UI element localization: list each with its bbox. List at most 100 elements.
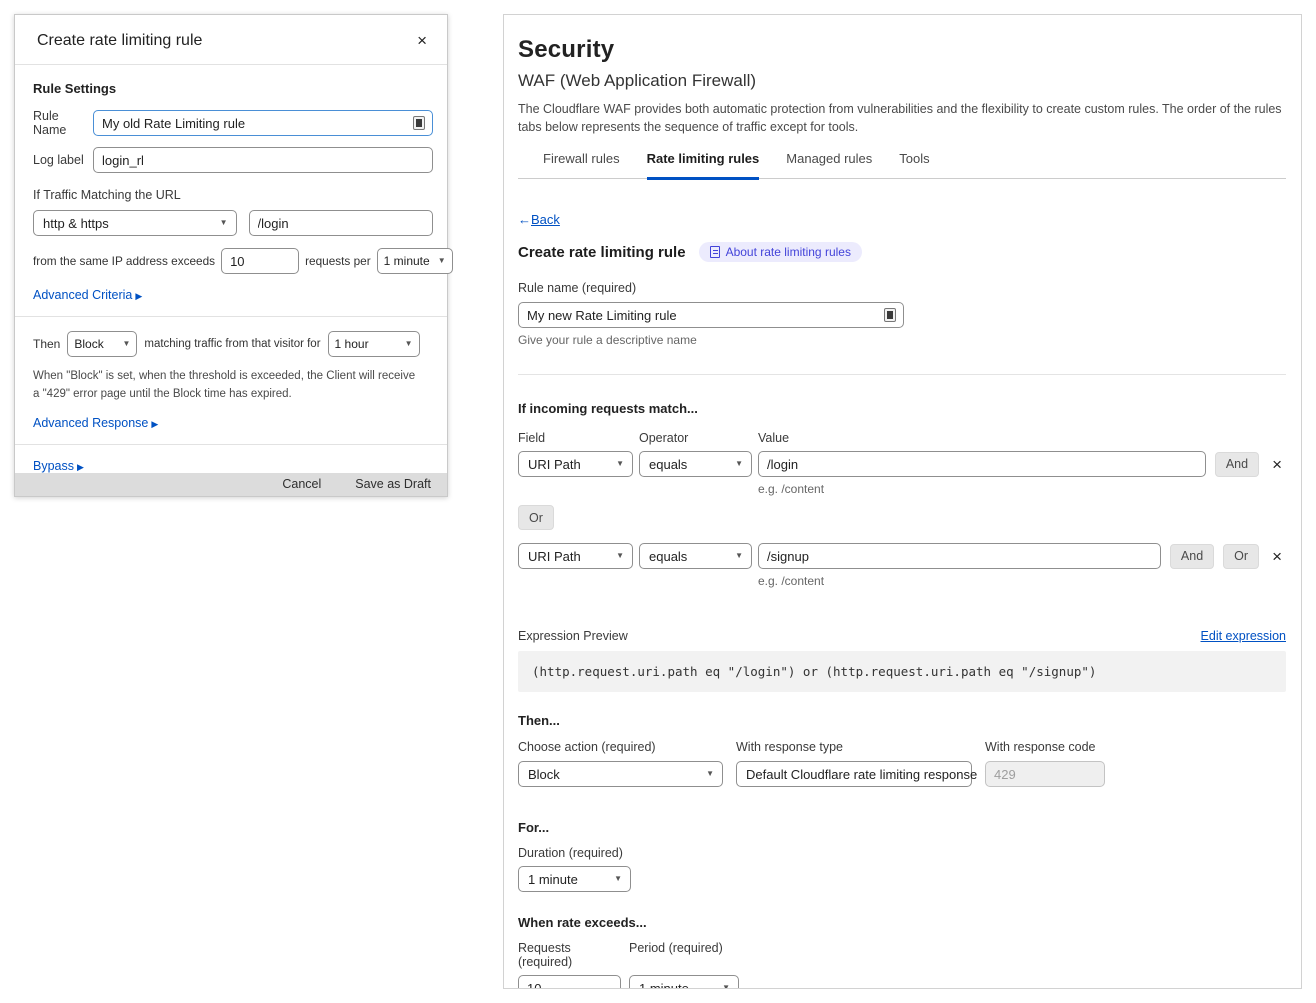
tab-firewall-rules[interactable]: Firewall rules — [543, 151, 620, 178]
back-link[interactable]: ←Back — [518, 212, 560, 227]
triangle-right-icon: ▶ — [151, 419, 158, 429]
threshold-middle: requests per — [305, 254, 371, 268]
duration-select[interactable]: 1 minute ▼ — [518, 866, 631, 892]
log-label-row: Log label — [33, 147, 433, 173]
operator-select[interactable]: equals ▼ — [639, 543, 752, 569]
security-waf-panel: Security WAF (Web Application Firewall) … — [503, 14, 1302, 989]
about-rate-limiting-rules-badge[interactable]: About rate limiting rules — [699, 242, 862, 262]
response-code-input — [985, 761, 1105, 787]
choose-action-label: Choose action (required) — [518, 740, 723, 754]
chevron-down-icon: ▼ — [706, 770, 714, 778]
rule-name-row: Rule Name — [33, 109, 433, 137]
remove-condition-icon[interactable]: × — [1268, 546, 1286, 567]
operator-column-label: Operator — [639, 431, 752, 445]
condition-row: URI Path ▼ equals ▼ e.g. /content And × — [518, 451, 1286, 496]
bypass-link[interactable]: Bypass▶ — [33, 459, 84, 473]
scheme-select[interactable]: http & https ▼ — [33, 210, 237, 236]
action-select[interactable]: Block ▼ — [518, 761, 723, 787]
save-as-draft-button[interactable]: Save as Draft — [355, 477, 431, 491]
requests-input[interactable] — [221, 248, 299, 274]
period-select[interactable]: 1 minute ▼ — [377, 248, 453, 274]
chevron-down-icon: ▼ — [122, 340, 130, 348]
dialog-body: Rule Settings Rule Name Log label If Tra… — [15, 65, 447, 473]
create-rate-limiting-rule-dialog: Create rate limiting rule × Rule Setting… — [14, 14, 448, 497]
and-button[interactable]: And — [1215, 452, 1259, 477]
log-label-label: Log label — [33, 153, 93, 167]
then-middle: matching traffic from that visitor for — [144, 338, 320, 350]
rate-section-title: When rate exceeds... — [518, 915, 1286, 930]
value-helper: e.g. /content — [758, 482, 1206, 496]
remove-condition-icon[interactable]: × — [1268, 454, 1286, 475]
page-title: Security — [518, 36, 1286, 64]
waf-tabs: Firewall rules Rate limiting rules Manag… — [518, 151, 1286, 179]
chevron-down-icon: ▼ — [220, 219, 228, 227]
then-label: Then — [33, 337, 60, 351]
url-input[interactable] — [249, 210, 434, 236]
rule-name-label: Rule name (required) — [518, 281, 1286, 295]
advanced-criteria-link[interactable]: Advanced Criteria▶ — [33, 288, 142, 302]
triangle-right-icon: ▶ — [77, 462, 84, 472]
expression-code: (http.request.uri.path eq "/login") or (… — [518, 651, 1286, 692]
requests-label: Requests (required) — [518, 941, 621, 969]
value-input[interactable] — [758, 451, 1206, 477]
page-subtitle: WAF (Web Application Firewall) — [518, 71, 1286, 91]
field-select[interactable]: URI Path ▼ — [518, 451, 633, 477]
dialog-footer: Cancel Save as Draft — [15, 473, 447, 496]
rule-name-input[interactable] — [93, 110, 433, 136]
value-input[interactable] — [758, 543, 1161, 569]
value-helper: e.g. /content — [758, 574, 1161, 588]
operator-select[interactable]: equals ▼ — [639, 451, 752, 477]
response-type-label: With response type — [736, 740, 972, 754]
tab-rate-limiting-rules[interactable]: Rate limiting rules — [647, 151, 760, 180]
password-manager-icon[interactable] — [413, 116, 425, 130]
or-button[interactable]: Or — [1223, 544, 1259, 569]
doc-icon — [710, 246, 720, 258]
requests-input[interactable] — [518, 975, 621, 989]
create-rule-heading: Create rate limiting rule — [518, 244, 686, 261]
chevron-down-icon: ▼ — [614, 875, 622, 883]
rule-name-input[interactable] — [518, 302, 904, 328]
duration-select[interactable]: 1 hour ▼ — [328, 331, 420, 357]
rule-name-helper: Give your rule a descriptive name — [518, 333, 1286, 347]
advanced-response-link[interactable]: Advanced Response▶ — [33, 416, 158, 430]
rule-settings-heading: Rule Settings — [33, 81, 433, 96]
close-icon[interactable]: × — [413, 30, 431, 51]
edit-expression-link[interactable]: Edit expression — [1201, 629, 1286, 643]
then-section-title: Then... — [518, 713, 1286, 728]
response-type-select[interactable]: Default Cloudflare rate limiting respons… — [736, 761, 972, 787]
password-manager-icon[interactable] — [884, 308, 896, 322]
tab-tools[interactable]: Tools — [899, 151, 929, 178]
duration-label: Duration (required) — [518, 846, 1286, 860]
period-select[interactable]: 1 minute ▼ — [629, 975, 739, 989]
period-label: Period (required) — [629, 941, 723, 969]
tab-managed-rules[interactable]: Managed rules — [786, 151, 872, 178]
block-note: When "Block" is set, when the threshold … — [33, 368, 417, 404]
rule-name-label: Rule Name — [33, 109, 93, 137]
dialog-header: Create rate limiting rule × — [15, 15, 447, 65]
divider — [518, 374, 1286, 375]
for-section-title: For... — [518, 820, 1286, 835]
chevron-down-icon: ▼ — [735, 460, 743, 468]
response-code-label: With response code — [985, 740, 1105, 754]
chevron-down-icon: ▼ — [405, 340, 413, 348]
field-column-label: Field — [518, 431, 633, 445]
page-description: The Cloudflare WAF provides both automat… — [518, 100, 1286, 136]
divider — [15, 316, 447, 317]
action-select[interactable]: Block ▼ — [67, 331, 137, 357]
condition-row: URI Path ▼ equals ▼ e.g. /content And Or… — [518, 543, 1286, 588]
arrow-left-icon: ← — [518, 212, 531, 227]
dialog-title: Create rate limiting rule — [37, 32, 202, 50]
cancel-button[interactable]: Cancel — [282, 477, 321, 491]
and-button[interactable]: And — [1170, 544, 1214, 569]
chevron-down-icon: ▼ — [722, 984, 730, 989]
or-button[interactable]: Or — [518, 505, 554, 530]
triangle-right-icon: ▶ — [135, 291, 142, 301]
match-section-title: If incoming requests match... — [518, 401, 1286, 416]
threshold-prefix: from the same IP address exceeds — [33, 254, 215, 268]
value-column-label: Value — [758, 431, 789, 445]
log-label-input[interactable] — [93, 147, 433, 173]
chevron-down-icon: ▼ — [438, 257, 446, 265]
expression-preview-label: Expression Preview — [518, 629, 628, 643]
traffic-match-label: If Traffic Matching the URL — [33, 188, 433, 202]
field-select[interactable]: URI Path ▼ — [518, 543, 633, 569]
